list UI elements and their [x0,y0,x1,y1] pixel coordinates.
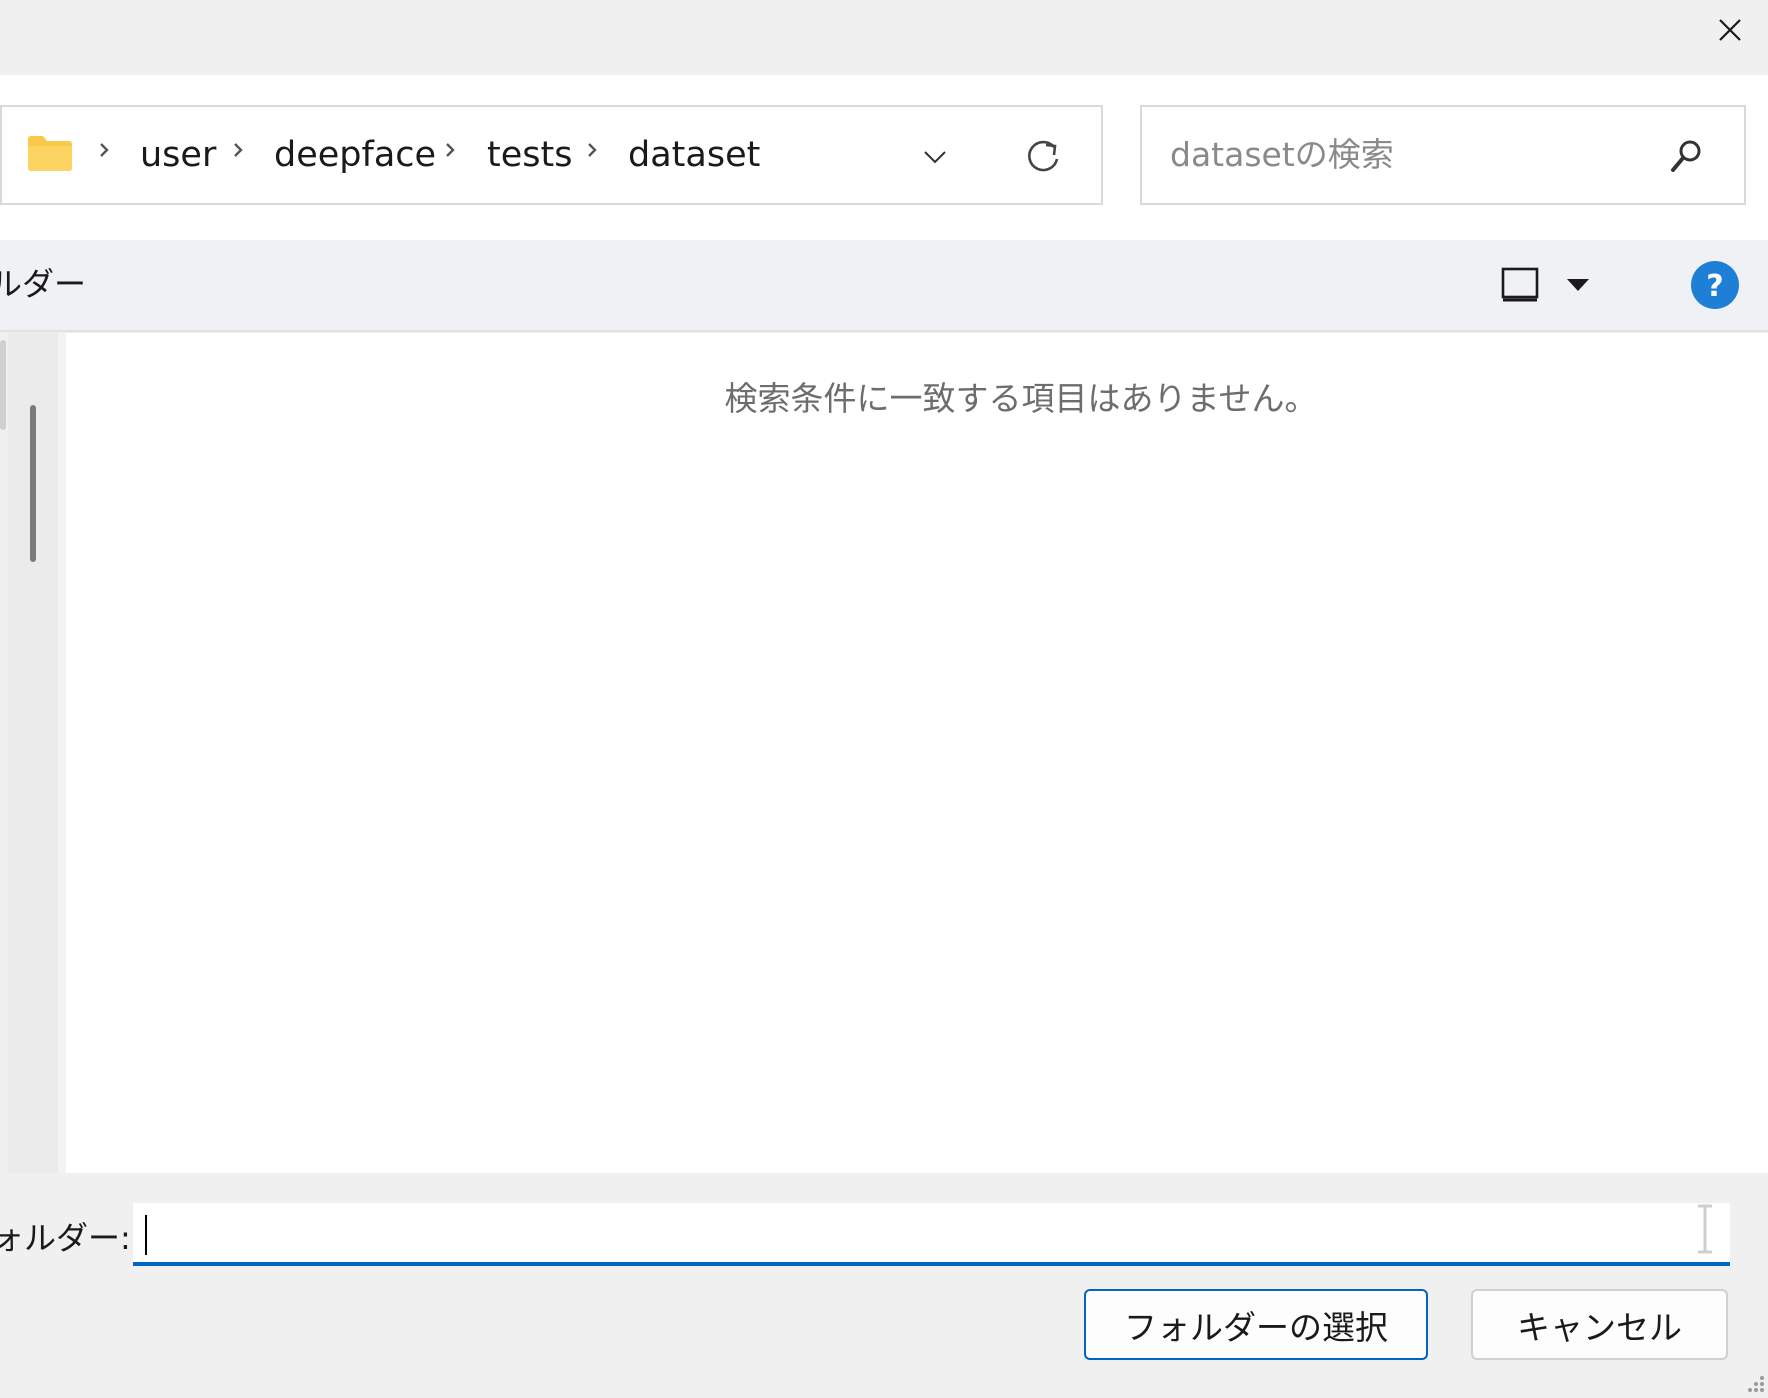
help-button[interactable]: ? [1690,260,1740,310]
cancel-button[interactable]: キャンセル [1471,1289,1728,1360]
navigation-pane-scroll-track [0,340,6,430]
close-icon [1719,19,1741,41]
breadcrumb-dataset[interactable]: dataset [628,135,760,175]
refresh-button[interactable] [1017,131,1069,183]
chevron-down-icon [924,151,946,164]
caret-down-icon [1567,279,1589,291]
breadcrumb-tests[interactable]: tests [487,135,572,175]
view-options-button[interactable] [1500,260,1610,310]
chevron-right-icon [588,143,597,157]
breadcrumb-user[interactable]: user [140,135,216,175]
folder-field-label: ォルダー: [0,1219,131,1257]
new-folder-label[interactable]: ルダー [0,264,86,304]
file-list[interactable]: 検索条件に一致する項目はありません。 [58,333,1768,1173]
folder-name-input[interactable] [133,1203,1730,1266]
command-toolbar: ルダー ? [0,240,1768,332]
search-icon[interactable] [1667,137,1705,175]
folder-icon [28,136,72,171]
search-box[interactable]: datasetの検索 [1140,105,1746,205]
navigation-pane-scrollbar[interactable] [30,405,36,562]
select-folder-button[interactable]: フォルダーの選択 [1084,1289,1428,1360]
address-history-dropdown[interactable] [910,137,960,177]
close-button[interactable] [1695,2,1765,58]
breadcrumb-deepface[interactable]: deepface [274,135,436,175]
text-cursor-icon [1698,1204,1712,1254]
resize-grip-icon[interactable] [1742,1370,1766,1394]
chevron-right-icon [446,143,455,157]
chevron-right-icon [234,143,243,157]
view-pane-icon [1501,267,1539,302]
empty-message: 検索条件に一致する項目はありません。 [724,379,1318,418]
title-bar [0,0,1768,75]
text-caret [145,1215,147,1255]
help-icon: ? [1691,261,1739,309]
search-input-placeholder[interactable]: datasetの検索 [1170,135,1394,175]
address-bar[interactable]: user deepface tests dataset [0,105,1103,205]
refresh-icon [1028,140,1059,172]
chevron-right-icon [100,143,109,157]
svg-text:?: ? [1706,269,1723,304]
